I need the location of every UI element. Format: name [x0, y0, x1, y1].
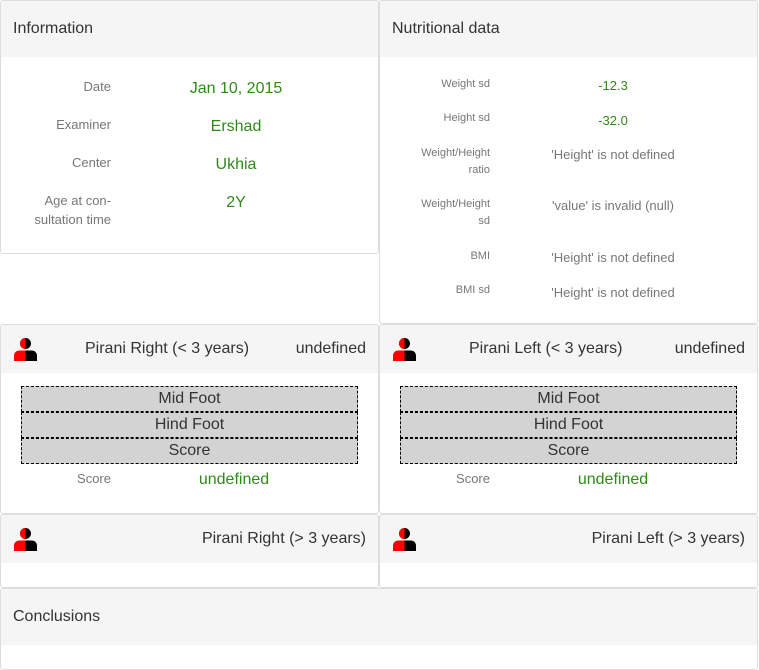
info-label-age: Age at con- sultation time [1, 191, 111, 229]
nutri-label-wh-sd: Weight/Height sd [398, 196, 490, 230]
nutri-label-wh-ratio-line2: ratio [468, 164, 490, 176]
pirani-right-gt3-title: Pirani Right (> 3 years) [201, 530, 366, 547]
pirani-right-lt3-score-value: undefined [198, 471, 270, 488]
nutri-value-bmi: 'Height' is not defined [551, 250, 675, 265]
pirani-right-gt3-panel: Pirani Right (> 3 years) [0, 514, 379, 588]
score-box[interactable]: Score [21, 438, 358, 464]
info-label-examiner: Examiner [56, 117, 111, 132]
nutri-value-wh-sd: 'value' is invalid (null) [551, 198, 674, 213]
nutri-label-wh-sd-line1: Weight/Height [421, 198, 490, 210]
nutri-label-weight-sd: Weight sd [441, 78, 490, 90]
pirani-left-gt3-title: Pirani Left (> 3 years) [591, 530, 745, 547]
person-half-red-icon [393, 338, 416, 361]
person-half-red-icon [14, 338, 37, 361]
conclusions-header: Conclusions [1, 589, 757, 645]
pirani-left-gt3-header: Pirani Left (> 3 years) [380, 515, 757, 563]
pirani-right-lt3-title: Pirani Right (< 3 years) [85, 340, 250, 357]
person-half-red-icon [14, 528, 37, 551]
pirani-left-lt3-panel: Pirani Left (< 3 years) undefined Mid Fo… [379, 324, 758, 514]
pirani-left-lt3-score-label: Score [456, 471, 490, 486]
nutri-label-wh-ratio-line1: Weight/Height [421, 147, 490, 159]
nutri-value-height-sd: -32.0 [598, 113, 628, 128]
info-value-center: Ukhia [215, 156, 257, 173]
nutri-value-bmi-sd: 'Height' is not defined [551, 285, 675, 300]
info-value-age: 2Y [226, 194, 246, 211]
pirani-left-lt3-title: Pirani Left (< 3 years) [469, 340, 623, 357]
pirani-left-lt3-boxes: Mid Foot Hind Foot Score [400, 386, 737, 464]
info-label-age-line2: sultation time [34, 212, 111, 227]
nutrition-title: Nutritional data [392, 20, 500, 37]
pirani-left-lt3-header: Pirani Left (< 3 years) undefined [380, 325, 757, 373]
nutrition-header: Nutritional data [380, 1, 757, 57]
info-value-date: Jan 10, 2015 [189, 80, 283, 97]
pirani-right-lt3-boxes: Mid Foot Hind Foot Score [21, 386, 358, 464]
pirani-left-lt3-score-value: undefined [577, 471, 649, 488]
person-half-red-icon [393, 528, 416, 551]
midfoot-box[interactable]: Mid Foot [400, 386, 737, 412]
pirani-right-lt3-score-label: Score [77, 471, 111, 486]
nutri-label-wh-ratio: Weight/Height ratio [398, 145, 490, 179]
nutri-value-wh-ratio: 'Height' is not defined [551, 147, 675, 162]
pirani-left-lt3-status: undefined [674, 340, 745, 357]
info-label-center: Center [71, 155, 111, 170]
info-label-age-line1: Age at con- [44, 193, 112, 208]
nutri-value-weight-sd: -12.3 [598, 78, 628, 93]
nutrition-panel: Nutritional data Weight sd -12.3 Height … [379, 0, 758, 324]
nutri-label-height-sd: Height sd [443, 112, 490, 124]
midfoot-box[interactable]: Mid Foot [21, 386, 358, 412]
info-value-examiner: Ershad [210, 118, 262, 135]
pirani-right-gt3-header: Pirani Right (> 3 years) [1, 515, 378, 563]
information-header: Information [1, 1, 378, 57]
score-box[interactable]: Score [400, 438, 737, 464]
nutri-label-wh-sd-line2: sd [478, 215, 490, 227]
pirani-left-gt3-panel: Pirani Left (> 3 years) [379, 514, 758, 588]
nutri-label-bmi: BMI [470, 250, 490, 262]
hindfoot-box[interactable]: Hind Foot [21, 412, 358, 438]
information-panel: Information Date Jan 10, 2015 Examiner E… [0, 0, 379, 254]
conclusions-title: Conclusions [13, 608, 101, 625]
conclusions-panel: Conclusions [0, 588, 758, 670]
nutri-label-bmi-sd: BMI sd [455, 284, 490, 296]
pirani-right-lt3-status: undefined [295, 340, 366, 357]
pirani-right-lt3-panel: Pirani Right (< 3 years) undefined Mid F… [0, 324, 379, 514]
information-title: Information [13, 20, 94, 37]
hindfoot-box[interactable]: Hind Foot [400, 412, 737, 438]
pirani-right-lt3-header: Pirani Right (< 3 years) undefined [1, 325, 378, 373]
info-label-date: Date [83, 79, 111, 94]
